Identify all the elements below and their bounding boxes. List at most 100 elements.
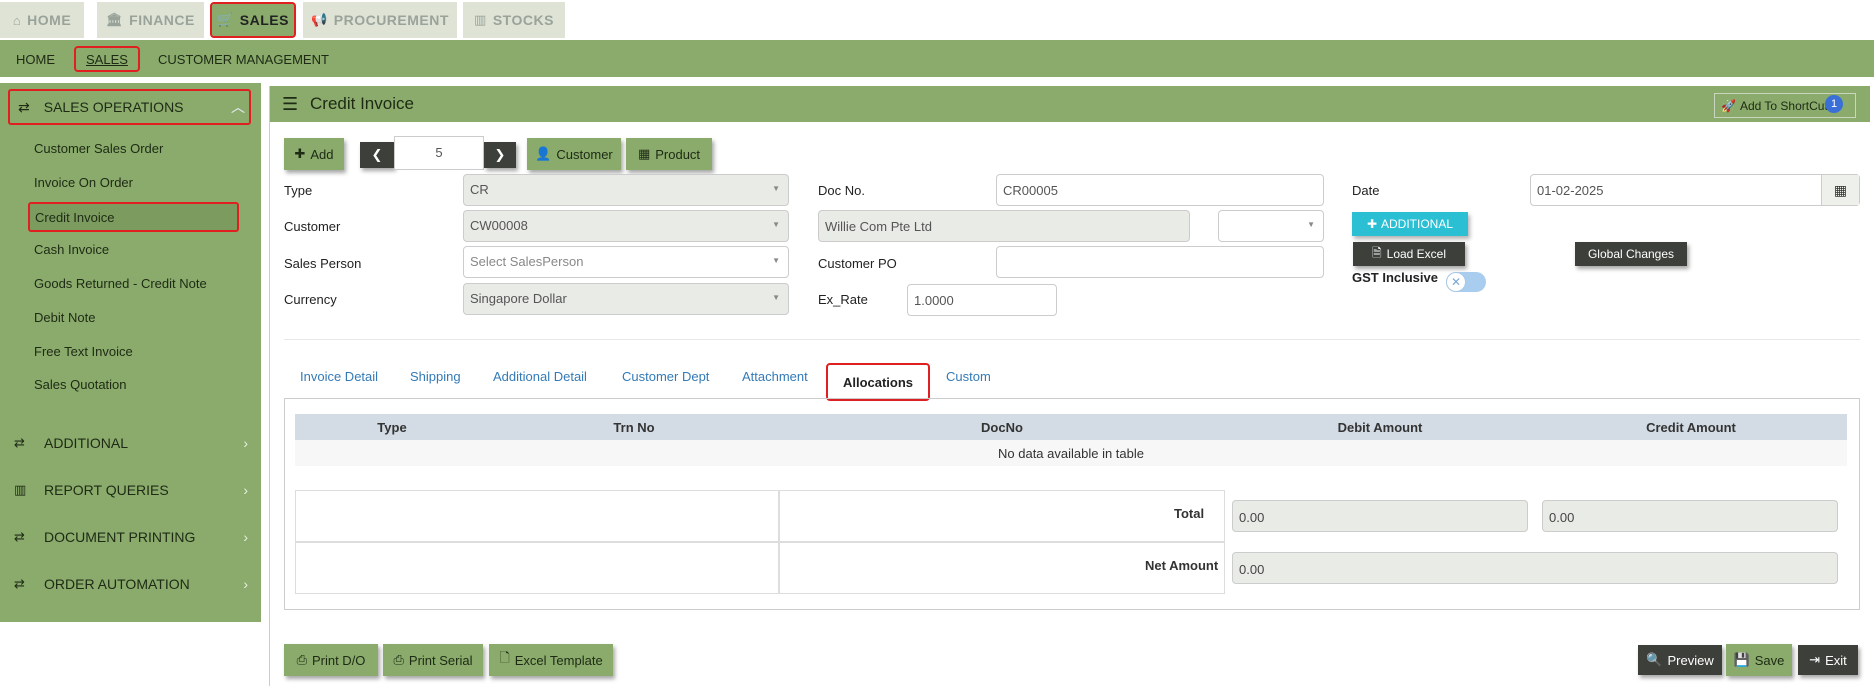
customer-po-input[interactable] xyxy=(996,246,1324,278)
print-icon: ⎙ xyxy=(296,652,307,667)
global-changes-button[interactable]: Global Changes xyxy=(1575,242,1687,266)
sidebar-group-additional[interactable]: ⇄ ADDITIONAL › xyxy=(14,431,250,455)
plus-icon: ✚ xyxy=(294,146,306,161)
tab-shipping[interactable]: Shipping xyxy=(410,369,461,384)
net-spacer xyxy=(295,542,779,594)
previous-record-button[interactable]: ❮ xyxy=(360,142,394,168)
sidebar-item-cash-invoice[interactable]: Cash Invoice xyxy=(34,242,109,257)
currency-select[interactable]: Singapore Dollar ▼ xyxy=(463,283,789,315)
column-header-debit-amount[interactable]: Debit Amount xyxy=(1225,414,1535,440)
excel-template-button[interactable]: 🗋 Excel Template xyxy=(489,644,613,676)
tab-attachment[interactable]: Attachment xyxy=(742,369,808,384)
print-do-button[interactable]: ⎙ Print D/O xyxy=(284,644,378,676)
sidebar-group-document-printing[interactable]: ⇄ DOCUMENT PRINTING › xyxy=(14,525,250,549)
gst-inclusive-label: GST Inclusive xyxy=(1352,270,1438,285)
date-input[interactable]: 01-02-2025 ▦ xyxy=(1530,174,1860,206)
chevron-left-icon: ❮ xyxy=(371,147,383,162)
sidebar-item-credit-invoice[interactable]: Credit Invoice xyxy=(28,202,239,232)
calendar-icon[interactable]: ▦ xyxy=(1821,175,1859,205)
exit-button[interactable]: ⇥ Exit xyxy=(1798,645,1858,675)
top-tab-procurement[interactable]: 📢 PROCUREMENT xyxy=(303,2,457,38)
search-icon: 🔍 xyxy=(1646,652,1663,667)
total-credit-field: 0.00 xyxy=(1542,500,1838,532)
main-panel: ☰ Credit Invoice 🚀 Add To ShortCut 1 ✚ Ad… xyxy=(269,86,1870,686)
type-select[interactable]: CR ▼ xyxy=(463,174,789,206)
additional-button[interactable]: ✚ ADDITIONAL xyxy=(1352,212,1468,236)
sidebar-item-invoice-on-order[interactable]: Invoice On Order xyxy=(34,175,133,190)
caret-down-icon: ▼ xyxy=(772,220,780,229)
customer-option-select[interactable]: ▼ xyxy=(1218,210,1324,242)
tab-invoice-detail[interactable]: Invoice Detail xyxy=(300,369,378,384)
rocket-icon: 🚀 xyxy=(1721,98,1736,113)
close-icon: ✕ xyxy=(1446,272,1466,292)
gst-inclusive-toggle[interactable]: ✕ xyxy=(1446,272,1486,292)
product-button[interactable]: ▦ Product xyxy=(626,138,712,170)
sidebar-item-debit-note[interactable]: Debit Note xyxy=(34,310,95,325)
sidebar-item-sales-quotation[interactable]: Sales Quotation xyxy=(34,377,127,392)
sidebar-item-goods-returned[interactable]: Goods Returned - Credit Note xyxy=(34,276,207,291)
cart-icon: 🛒 xyxy=(217,12,234,27)
save-button[interactable]: 💾 Save xyxy=(1726,644,1792,676)
column-header-docno[interactable]: DocNo xyxy=(779,414,1225,440)
sidebar-item-free-text-invoice[interactable]: Free Text Invoice xyxy=(34,344,133,359)
file-excel-icon: 🗎 xyxy=(1371,245,1382,260)
load-excel-button[interactable]: 🗎 Load Excel xyxy=(1353,242,1465,266)
menu-icon[interactable]: ☰ xyxy=(282,94,310,115)
doc-no-label: Doc No. xyxy=(818,183,865,198)
column-header-trn-no[interactable]: Trn No xyxy=(489,414,779,440)
tab-additional-detail[interactable]: Additional Detail xyxy=(493,369,587,384)
sidebar-group-report-queries[interactable]: ▥ REPORT QUERIES › xyxy=(14,478,250,502)
page-header: ☰ Credit Invoice 🚀 Add To ShortCut 1 xyxy=(270,86,1870,122)
top-tab-sales[interactable]: 🛒 SALES xyxy=(210,2,296,38)
add-to-shortcut-button[interactable]: 🚀 Add To ShortCut 1 xyxy=(1714,93,1856,118)
net-amount-label: Net Amount xyxy=(1145,558,1219,573)
sales-person-select[interactable]: Select SalesPerson ▼ xyxy=(463,246,789,278)
chevron-right-icon: › xyxy=(243,529,248,545)
next-record-button[interactable]: ❯ xyxy=(484,142,516,168)
record-number-input[interactable]: 5 xyxy=(394,136,484,170)
add-button[interactable]: ✚ Add xyxy=(284,138,344,170)
total-label-cell xyxy=(779,490,1225,542)
customer-po-label: Customer PO xyxy=(818,256,897,271)
caret-down-icon: ▼ xyxy=(1307,220,1315,229)
column-header-type[interactable]: Type xyxy=(295,414,489,440)
chevron-right-icon: › xyxy=(243,435,248,451)
sidebar-group-order-automation[interactable]: ⇄ ORDER AUTOMATION › xyxy=(14,572,250,596)
exchange-icon: ⇄ xyxy=(14,435,25,450)
tab-customer-dept[interactable]: Customer Dept xyxy=(622,369,709,384)
top-navigation: ⌂ HOME 🏛 FINANCE 🛒 SALES 📢 PROCUREMENT ▥ STOC… xyxy=(0,0,1874,40)
megaphone-icon: 📢 xyxy=(311,12,328,27)
subnav-sales[interactable]: SALES xyxy=(74,46,140,72)
ex-rate-input[interactable]: 1.0000 xyxy=(907,284,1057,316)
floppy-icon: 💾 xyxy=(1733,652,1750,667)
ex-rate-label: Ex_Rate xyxy=(818,292,868,307)
exchange-icon: ⇄ xyxy=(14,576,25,591)
page-title: Credit Invoice xyxy=(310,94,414,113)
sidebar-item-customer-sales-order[interactable]: Customer Sales Order xyxy=(34,141,163,156)
doc-no-input[interactable]: CR00005 xyxy=(996,174,1324,206)
exchange-icon: ⇄ xyxy=(14,529,25,544)
bar-chart-icon: ▥ xyxy=(474,12,487,27)
top-tab-home[interactable]: ⌂ HOME xyxy=(0,2,84,38)
chevron-right-icon: › xyxy=(243,482,248,498)
tab-allocations[interactable]: Allocations xyxy=(826,363,930,401)
total-label: Total xyxy=(1174,506,1205,521)
shortcut-count-badge: 1 xyxy=(1825,95,1843,113)
tab-custom[interactable]: Custom xyxy=(946,369,991,384)
print-serial-button[interactable]: ⎙ Print Serial xyxy=(383,644,483,676)
top-tab-stocks[interactable]: ▥ STOCKS xyxy=(463,2,565,38)
plus-icon: ✚ xyxy=(1366,217,1378,231)
type-label: Type xyxy=(284,183,313,198)
grid-icon: ▦ xyxy=(637,146,651,161)
preview-button[interactable]: 🔍 Preview xyxy=(1638,645,1722,675)
top-tab-finance[interactable]: 🏛 FINANCE xyxy=(97,2,204,38)
subnav-customer-management[interactable]: CUSTOMER MANAGEMENT xyxy=(158,46,329,72)
customer-button[interactable]: 👤 Customer xyxy=(527,138,621,170)
caret-down-icon: ▼ xyxy=(772,256,780,265)
column-header-credit-amount[interactable]: Credit Amount xyxy=(1535,414,1847,440)
customer-select[interactable]: CW00008 ▼ xyxy=(463,210,789,242)
sidebar-section-sales-operations[interactable]: ⇄ SALES OPERATIONS ︿ xyxy=(8,89,251,125)
caret-down-icon: ▼ xyxy=(772,184,780,193)
empty-table-message: No data available in table xyxy=(998,445,1144,461)
subnav-home[interactable]: HOME xyxy=(16,46,55,72)
